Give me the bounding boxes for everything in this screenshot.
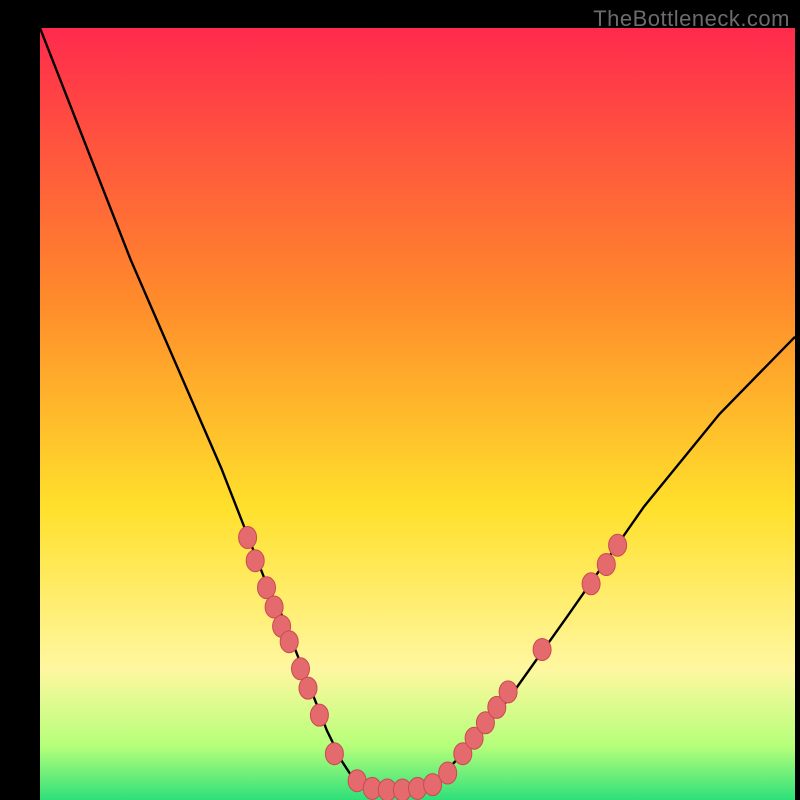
watermark-text: TheBottleneck.com <box>593 6 790 32</box>
data-marker <box>280 631 298 653</box>
data-marker <box>597 554 615 576</box>
gradient-background <box>40 28 795 800</box>
data-marker <box>239 527 257 549</box>
data-marker <box>310 704 328 726</box>
data-marker <box>533 639 551 661</box>
plot-area <box>40 28 795 800</box>
data-marker <box>609 534 627 556</box>
data-marker <box>582 573 600 595</box>
data-marker <box>292 658 310 680</box>
chart-frame: TheBottleneck.com <box>0 0 800 800</box>
bottleneck-chart <box>40 28 795 800</box>
data-marker <box>299 677 317 699</box>
data-marker <box>246 550 264 572</box>
data-marker <box>499 681 517 703</box>
data-marker <box>439 762 457 784</box>
data-marker <box>258 577 276 599</box>
data-marker <box>325 743 343 765</box>
data-marker <box>265 596 283 618</box>
